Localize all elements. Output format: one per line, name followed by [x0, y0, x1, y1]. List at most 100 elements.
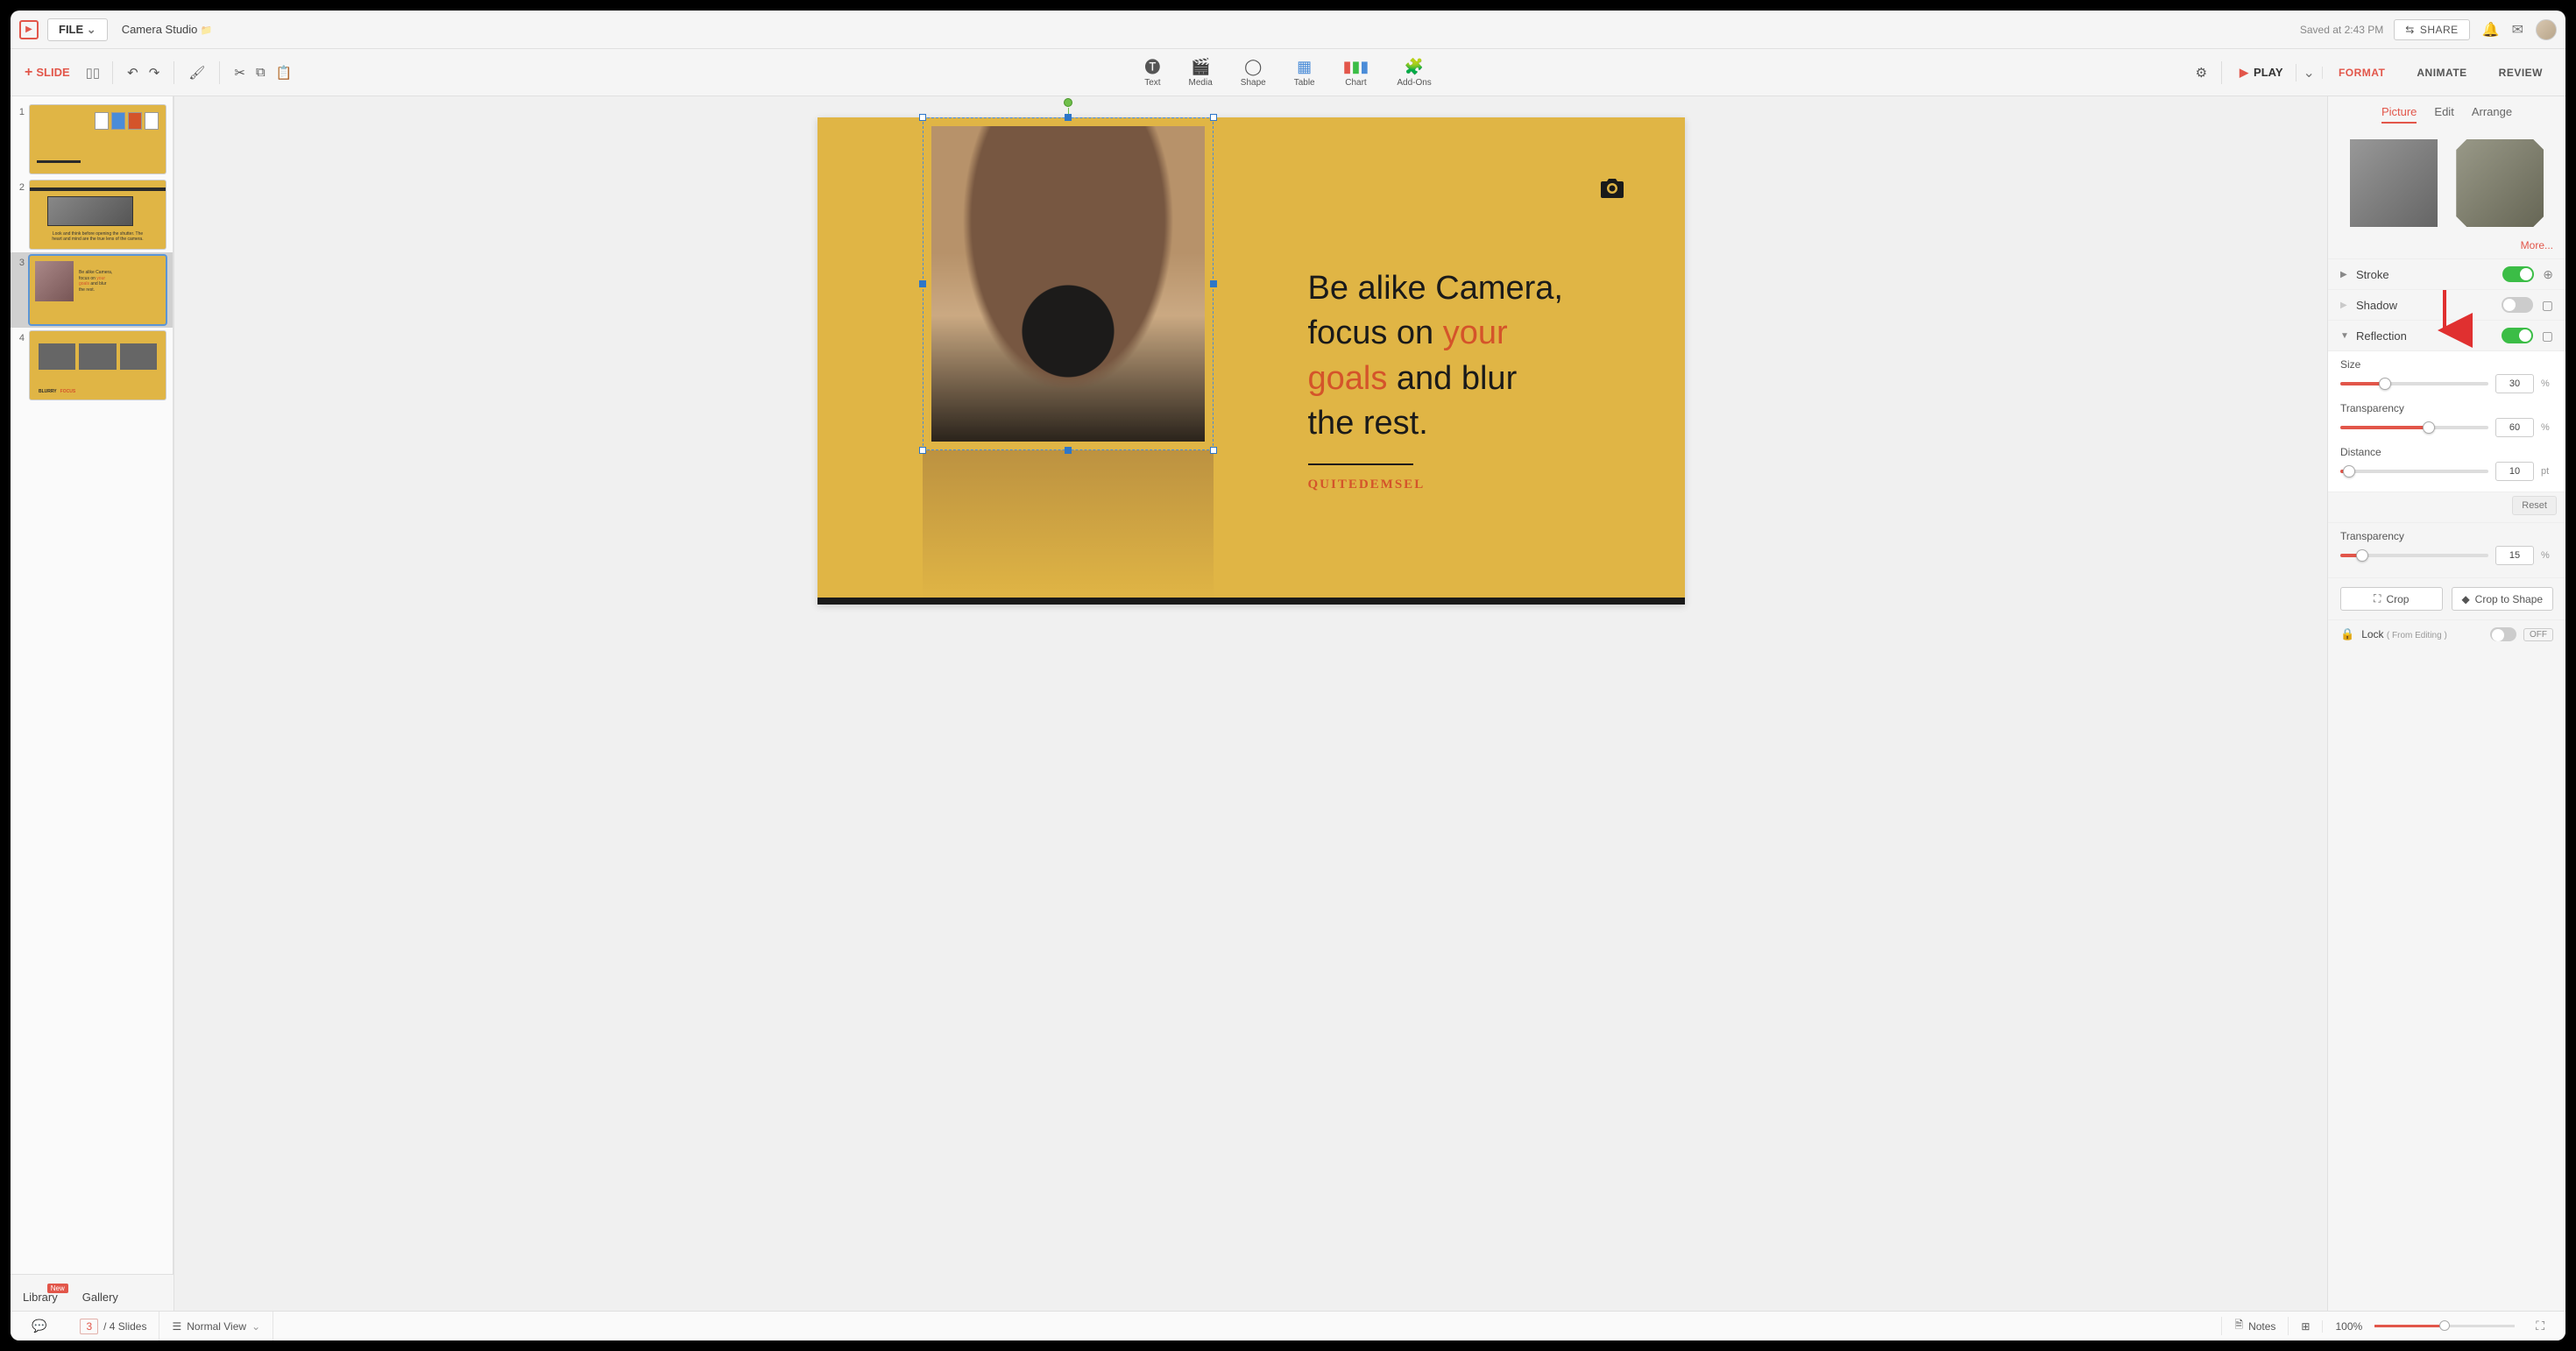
status-bar: 💬 3 / 4 Slides ☰ Normal View ⌄ 🗎 Notes ⊞…	[11, 1311, 2565, 1340]
avatar[interactable]	[2536, 19, 2557, 40]
stroke-row[interactable]: ▶ Stroke ⊕	[2328, 258, 2565, 289]
insert-media-button[interactable]: 🎬Media	[1189, 57, 1213, 88]
cut-icon[interactable]: ✂	[229, 61, 251, 84]
notes-button[interactable]: 🗎 Notes	[2221, 1317, 2289, 1335]
redo-icon[interactable]: ↷	[144, 61, 166, 84]
reflection-size-row: Size 30 %	[2340, 358, 2553, 393]
caret-right-icon: ▶	[2340, 301, 2351, 310]
undo-icon[interactable]: ↶	[122, 61, 144, 84]
tab-format[interactable]: FORMAT	[2323, 67, 2401, 79]
zoom-value[interactable]: 100%	[2335, 1320, 2362, 1333]
shadow-preset-icon[interactable]: ▢	[2542, 298, 2553, 313]
tab-review[interactable]: REVIEW	[2483, 67, 2558, 79]
reflection-distance-input[interactable]: 10	[2495, 462, 2534, 481]
main-toolbar: SLIDE ▯▯ ↶ ↷ 🖌 ✂ ⧉ 📋 🅣Text 🎬Media ◯Shape…	[11, 49, 2565, 96]
paste-icon[interactable]: 📋	[271, 61, 298, 84]
caret-down-icon: ▼	[2340, 331, 2351, 341]
insert-chart-button[interactable]: ▮▮▮Chart	[1343, 57, 1369, 88]
reflection-transparency-row: Transparency 60 %	[2340, 402, 2553, 437]
mail-icon[interactable]: ✉	[2512, 21, 2523, 39]
settings-icon[interactable]: ⚙	[2190, 61, 2212, 84]
tab-animate[interactable]: ANIMATE	[2401, 67, 2482, 79]
reflection-distance-slider[interactable]	[2340, 470, 2488, 473]
thumbnail-4[interactable]: 4 BLURRYFOCUS	[11, 328, 173, 403]
camera-icon	[1601, 179, 1624, 203]
crop-button[interactable]: ⛶Crop	[2340, 587, 2443, 611]
slide-3[interactable]: Be alike Camera, focus on your goals and…	[817, 117, 1685, 605]
quote-author: QUITEDEMSEL	[1308, 477, 1615, 492]
thumbnail-2[interactable]: 2 Look and think before opening the shut…	[11, 177, 173, 252]
rotate-handle[interactable]	[1064, 98, 1072, 107]
format-painter-icon[interactable]: 🖌	[183, 61, 210, 84]
canvas[interactable]: Be alike Camera, focus on your goals and…	[174, 96, 2327, 1311]
stroke-settings-icon[interactable]: ⊕	[2543, 267, 2553, 282]
reflection-size-slider[interactable]	[2340, 382, 2488, 385]
crop-row: ⛶Crop ◆Crop to Shape	[2328, 577, 2565, 619]
thumbnail-footer-tabs: LibraryNew Gallery	[11, 1274, 173, 1311]
more-styles-link[interactable]: More...	[2328, 236, 2565, 258]
add-slide-button[interactable]: SLIDE	[18, 61, 77, 84]
reflection-transparency-input[interactable]: 60	[2495, 418, 2534, 437]
subtab-picture[interactable]: Picture	[2381, 105, 2417, 124]
style-preview-1[interactable]	[2350, 139, 2438, 227]
addons-icon: 🧩	[1405, 57, 1424, 76]
reflection-preset-icon[interactable]: ▢	[2542, 329, 2553, 343]
insert-text-button[interactable]: 🅣Text	[1144, 57, 1160, 88]
play-button[interactable]: PLAY	[2231, 62, 2291, 83]
stroke-toggle[interactable]	[2502, 266, 2534, 282]
style-preview-2[interactable]	[2456, 139, 2544, 227]
resize-handle-br[interactable]	[1210, 447, 1217, 454]
tab-library[interactable]: LibraryNew	[11, 1284, 70, 1311]
notes-icon: 🗎	[2234, 1317, 2243, 1335]
zoom-slider[interactable]	[2374, 1325, 2515, 1327]
reflection-transparency-slider[interactable]	[2340, 426, 2488, 429]
layout-icon[interactable]: ▯▯	[82, 61, 104, 84]
comments-icon[interactable]: 💬	[23, 1319, 55, 1333]
crop-icon: ⛶	[2374, 592, 2381, 605]
resize-handle-tl[interactable]	[919, 114, 926, 121]
transparency-input[interactable]: 15	[2495, 546, 2534, 565]
resize-handle-bl[interactable]	[919, 447, 926, 454]
reflection-row[interactable]: ▼ Reflection ▢	[2328, 320, 2565, 350]
lock-off-badge: OFF	[2523, 628, 2553, 641]
shadow-row[interactable]: ▶ Shadow ▢	[2328, 289, 2565, 320]
shadow-toggle[interactable]	[2502, 297, 2533, 313]
resize-handle-b[interactable]	[1065, 447, 1072, 454]
reflection-size-input[interactable]: 30	[2495, 374, 2534, 393]
thumbnail-3[interactable]: 3 Be alike Camera,focus on yourgoals and…	[11, 252, 173, 328]
fit-to-screen-icon[interactable]: ⛶	[2527, 1319, 2553, 1333]
document-title[interactable]: Camera Studio	[122, 23, 212, 36]
play-dropdown[interactable]: ⌄	[2296, 64, 2322, 81]
insert-shape-button[interactable]: ◯Shape	[1241, 57, 1266, 88]
share-button[interactable]: ⇆SHARE	[2394, 19, 2469, 40]
outer-transparency-row: Transparency 15 %	[2328, 522, 2565, 569]
grid-toggle[interactable]: ⊞	[2289, 1320, 2323, 1333]
media-icon: 🎬	[1191, 57, 1210, 76]
resize-handle-l[interactable]	[919, 280, 926, 287]
total-slides: / 4 Slides	[103, 1320, 146, 1333]
insert-table-button[interactable]: ▦Table	[1294, 57, 1315, 88]
selected-image[interactable]	[923, 117, 1214, 450]
resize-handle-t[interactable]	[1065, 114, 1072, 121]
reflection-controls: Size 30 % Transparency 60 %	[2328, 350, 2565, 492]
resize-handle-tr[interactable]	[1210, 114, 1217, 121]
insert-addons-button[interactable]: 🧩Add-Ons	[1397, 57, 1431, 88]
subtab-arrange[interactable]: Arrange	[2472, 105, 2512, 124]
crop-to-shape-button[interactable]: ◆Crop to Shape	[2452, 587, 2554, 611]
tab-gallery[interactable]: Gallery	[70, 1284, 131, 1311]
reflection-toggle[interactable]	[2502, 328, 2533, 343]
bell-icon[interactable]: 🔔	[2482, 21, 2500, 39]
subtab-edit[interactable]: Edit	[2434, 105, 2453, 124]
file-menu-button[interactable]: FILE	[47, 18, 108, 41]
copy-icon[interactable]: ⧉	[251, 61, 271, 83]
current-slide-number[interactable]: 3	[80, 1319, 98, 1334]
quote-divider	[1308, 463, 1413, 465]
resize-handle-r[interactable]	[1210, 280, 1217, 287]
lock-toggle[interactable]	[2490, 627, 2516, 641]
view-mode-selector[interactable]: ☰ Normal View ⌄	[159, 1312, 273, 1340]
transparency-slider[interactable]	[2340, 554, 2488, 557]
thumbnail-1[interactable]: 1	[11, 102, 173, 177]
reflection-distance-row: Distance 10 pt	[2340, 446, 2553, 481]
quote-text[interactable]: Be alike Camera, focus on your goals and…	[1308, 266, 1615, 492]
reset-button[interactable]: Reset	[2512, 496, 2557, 515]
